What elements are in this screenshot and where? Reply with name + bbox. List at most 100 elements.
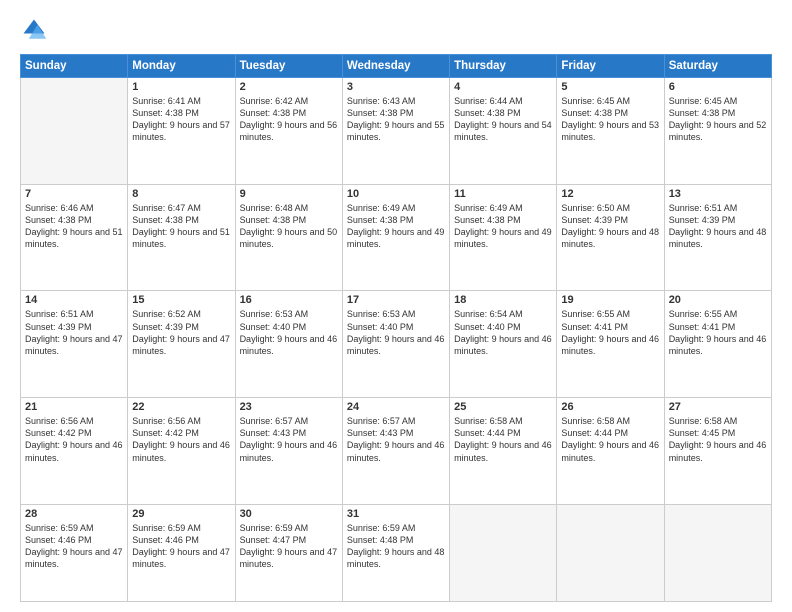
day-number: 4 xyxy=(454,81,552,93)
day-number: 31 xyxy=(347,508,445,520)
cell-details: Sunrise: 6:45 AMSunset: 4:38 PMDaylight:… xyxy=(561,95,659,144)
cell-details: Sunrise: 6:50 AMSunset: 4:39 PMDaylight:… xyxy=(561,202,659,251)
day-number: 28 xyxy=(25,508,123,520)
page: SundayMondayTuesdayWednesdayThursdayFrid… xyxy=(0,0,792,612)
day-number: 1 xyxy=(132,81,230,93)
calendar-cell: 15 Sunrise: 6:52 AMSunset: 4:39 PMDayligh… xyxy=(128,291,235,398)
cell-details: Sunrise: 6:46 AMSunset: 4:38 PMDaylight:… xyxy=(25,202,123,251)
calendar-week-2: 7 Sunrise: 6:46 AMSunset: 4:38 PMDaylight… xyxy=(21,184,772,291)
calendar-cell: 31 Sunrise: 6:59 AMSunset: 4:48 PMDayligh… xyxy=(342,504,449,601)
calendar-cell: 28 Sunrise: 6:59 AMSunset: 4:46 PMDayligh… xyxy=(21,504,128,601)
cell-details: Sunrise: 6:51 AMSunset: 4:39 PMDaylight:… xyxy=(25,308,123,357)
calendar-cell: 10 Sunrise: 6:49 AMSunset: 4:38 PMDayligh… xyxy=(342,184,449,291)
calendar-cell: 5 Sunrise: 6:45 AMSunset: 4:38 PMDaylight… xyxy=(557,78,664,185)
day-number: 5 xyxy=(561,81,659,93)
cell-details: Sunrise: 6:58 AMSunset: 4:44 PMDaylight:… xyxy=(561,415,659,464)
calendar-cell: 13 Sunrise: 6:51 AMSunset: 4:39 PMDayligh… xyxy=(664,184,771,291)
cell-details: Sunrise: 6:41 AMSunset: 4:38 PMDaylight:… xyxy=(132,95,230,144)
calendar-header-monday: Monday xyxy=(128,55,235,78)
calendar-cell xyxy=(664,504,771,601)
calendar-cell: 16Sunrise: 6:53 AMSunset: 4:40 PMDayligh… xyxy=(235,291,342,398)
day-number: 23 xyxy=(240,401,338,413)
calendar-cell: 19 Sunrise: 6:55 AMSunset: 4:41 PMDayligh… xyxy=(557,291,664,398)
logo xyxy=(20,16,52,44)
calendar-header-thursday: Thursday xyxy=(450,55,557,78)
calendar-cell: 22 Sunrise: 6:56 AMSunset: 4:42 PMDayligh… xyxy=(128,398,235,505)
cell-details: Sunrise: 6:47 AMSunset: 4:38 PMDaylight:… xyxy=(132,202,230,251)
day-number: 29 xyxy=(132,508,230,520)
calendar-cell: 7 Sunrise: 6:46 AMSunset: 4:38 PMDaylight… xyxy=(21,184,128,291)
day-number: 24 xyxy=(347,401,445,413)
day-number: 2 xyxy=(240,81,338,93)
cell-details: Sunrise: 6:55 AMSunset: 4:41 PMDaylight:… xyxy=(669,308,767,357)
day-number: 20 xyxy=(669,294,767,306)
calendar-header-friday: Friday xyxy=(557,55,664,78)
calendar-cell: 21Sunrise: 6:56 AMSunset: 4:42 PMDayligh… xyxy=(21,398,128,505)
calendar-cell: 24 Sunrise: 6:57 AMSunset: 4:43 PMDayligh… xyxy=(342,398,449,505)
calendar-cell: 27 Sunrise: 6:58 AMSunset: 4:45 PMDayligh… xyxy=(664,398,771,505)
calendar-cell: 4 Sunrise: 6:44 AMSunset: 4:38 PMDaylight… xyxy=(450,78,557,185)
day-number: 17 xyxy=(347,294,445,306)
day-number: 15 xyxy=(132,294,230,306)
calendar-header-wednesday: Wednesday xyxy=(342,55,449,78)
day-number: 19 xyxy=(561,294,659,306)
cell-details: Sunrise: 6:59 AMSunset: 4:46 PMDaylight:… xyxy=(132,522,230,571)
calendar-week-5: 28 Sunrise: 6:59 AMSunset: 4:46 PMDayligh… xyxy=(21,504,772,601)
cell-details: Sunrise: 6:49 AMSunset: 4:38 PMDaylight:… xyxy=(454,202,552,251)
day-number: 11 xyxy=(454,188,552,200)
cell-details: Sunrise: 6:43 AMSunset: 4:38 PMDaylight:… xyxy=(347,95,445,144)
calendar-cell: 17 Sunrise: 6:53 AMSunset: 4:40 PMDayligh… xyxy=(342,291,449,398)
calendar-cell: 3 Sunrise: 6:43 AMSunset: 4:38 PMDaylight… xyxy=(342,78,449,185)
calendar-cell xyxy=(450,504,557,601)
calendar-cell: 8Sunrise: 6:47 AMSunset: 4:38 PMDaylight… xyxy=(128,184,235,291)
calendar-cell xyxy=(21,78,128,185)
cell-details: Sunrise: 6:59 AMSunset: 4:47 PMDaylight:… xyxy=(240,522,338,571)
calendar-cell: 20 Sunrise: 6:55 AMSunset: 4:41 PMDayligh… xyxy=(664,291,771,398)
calendar-cell: 30 Sunrise: 6:59 AMSunset: 4:47 PMDayligh… xyxy=(235,504,342,601)
cell-details: Sunrise: 6:59 AMSunset: 4:46 PMDaylight:… xyxy=(25,522,123,571)
cell-details: Sunrise: 6:58 AMSunset: 4:45 PMDaylight:… xyxy=(669,415,767,464)
cell-details: Sunrise: 6:57 AMSunset: 4:43 PMDaylight:… xyxy=(240,415,338,464)
calendar-table: SundayMondayTuesdayWednesdayThursdayFrid… xyxy=(20,54,772,602)
calendar-cell: 12 Sunrise: 6:50 AMSunset: 4:39 PMDayligh… xyxy=(557,184,664,291)
day-number: 10 xyxy=(347,188,445,200)
calendar-cell: 11 Sunrise: 6:49 AMSunset: 4:38 PMDayligh… xyxy=(450,184,557,291)
day-number: 16 xyxy=(240,294,338,306)
cell-details: Sunrise: 6:56 AMSunset: 4:42 PMDaylight:… xyxy=(132,415,230,464)
day-number: 25 xyxy=(454,401,552,413)
cell-details: Sunrise: 6:48 AMSunset: 4:38 PMDaylight:… xyxy=(240,202,338,251)
calendar-cell: 1 Sunrise: 6:41 AMSunset: 4:38 PMDaylight… xyxy=(128,78,235,185)
calendar-cell: 6 Sunrise: 6:45 AMSunset: 4:38 PMDaylight… xyxy=(664,78,771,185)
cell-details: Sunrise: 6:58 AMSunset: 4:44 PMDaylight:… xyxy=(454,415,552,464)
day-number: 22 xyxy=(132,401,230,413)
cell-details: Sunrise: 6:51 AMSunset: 4:39 PMDaylight:… xyxy=(669,202,767,251)
day-number: 7 xyxy=(25,188,123,200)
cell-details: Sunrise: 6:59 AMSunset: 4:48 PMDaylight:… xyxy=(347,522,445,571)
header xyxy=(20,16,772,44)
cell-details: Sunrise: 6:49 AMSunset: 4:38 PMDaylight:… xyxy=(347,202,445,251)
calendar-cell: 26Sunrise: 6:58 AMSunset: 4:44 PMDayligh… xyxy=(557,398,664,505)
day-number: 21 xyxy=(25,401,123,413)
logo-icon xyxy=(20,16,48,44)
cell-details: Sunrise: 6:53 AMSunset: 4:40 PMDaylight:… xyxy=(347,308,445,357)
day-number: 9 xyxy=(240,188,338,200)
cell-details: Sunrise: 6:52 AMSunset: 4:39 PMDaylight:… xyxy=(132,308,230,357)
calendar-cell: 14Sunrise: 6:51 AMSunset: 4:39 PMDayligh… xyxy=(21,291,128,398)
day-number: 30 xyxy=(240,508,338,520)
cell-details: Sunrise: 6:44 AMSunset: 4:38 PMDaylight:… xyxy=(454,95,552,144)
calendar-header-row: SundayMondayTuesdayWednesdayThursdayFrid… xyxy=(21,55,772,78)
cell-details: Sunrise: 6:45 AMSunset: 4:38 PMDaylight:… xyxy=(669,95,767,144)
calendar-header-sunday: Sunday xyxy=(21,55,128,78)
day-number: 13 xyxy=(669,188,767,200)
cell-details: Sunrise: 6:57 AMSunset: 4:43 PMDaylight:… xyxy=(347,415,445,464)
cell-details: Sunrise: 6:55 AMSunset: 4:41 PMDaylight:… xyxy=(561,308,659,357)
day-number: 3 xyxy=(347,81,445,93)
day-number: 12 xyxy=(561,188,659,200)
calendar-header-saturday: Saturday xyxy=(664,55,771,78)
calendar-cell: 9 Sunrise: 6:48 AMSunset: 4:38 PMDaylight… xyxy=(235,184,342,291)
day-number: 6 xyxy=(669,81,767,93)
day-number: 27 xyxy=(669,401,767,413)
day-number: 18 xyxy=(454,294,552,306)
calendar-week-1: 1 Sunrise: 6:41 AMSunset: 4:38 PMDaylight… xyxy=(21,78,772,185)
calendar-cell: 25 Sunrise: 6:58 AMSunset: 4:44 PMDayligh… xyxy=(450,398,557,505)
